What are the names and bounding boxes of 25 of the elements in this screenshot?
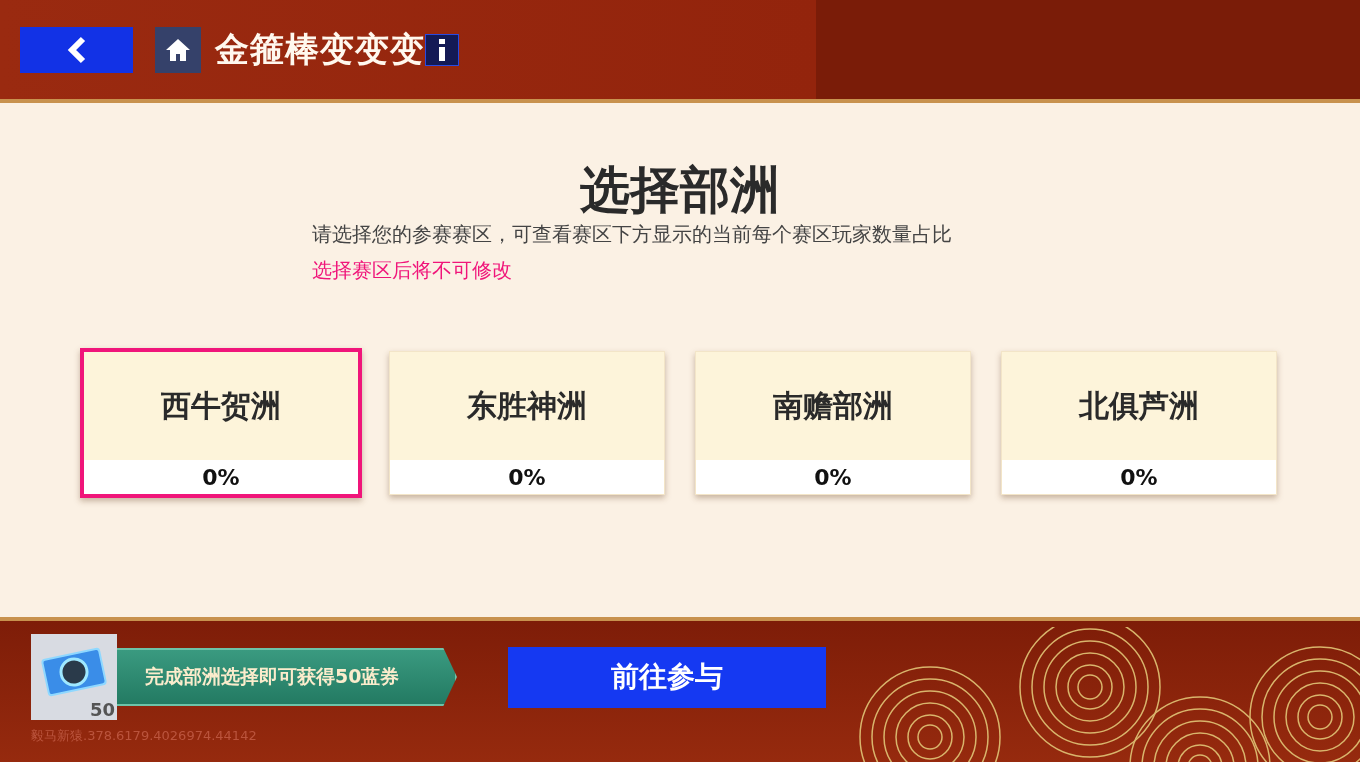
home-button[interactable] — [155, 26, 201, 73]
chevron-left-icon — [66, 35, 87, 64]
region-card[interactable]: 北俱芦洲 0% — [1001, 351, 1277, 495]
region-card[interactable]: 西牛贺洲 0% — [80, 348, 362, 498]
warning-text: 选择赛区后将不可修改 — [312, 257, 512, 284]
player-share: 0% — [814, 464, 852, 490]
region-name: 南赡部洲 — [773, 386, 893, 425]
info-icon — [438, 38, 446, 61]
description-text: 请选择您的参赛赛区，可查看赛区下方显示的当前每个赛区玩家数量占比 — [312, 221, 952, 248]
region-name: 东胜神洲 — [467, 386, 587, 425]
player-share: 0% — [1120, 464, 1158, 490]
player-share: 0% — [202, 464, 240, 490]
region-card[interactable]: 南赡部洲 0% — [695, 351, 971, 495]
reward-count: 50 — [89, 699, 115, 720]
home-icon — [165, 37, 191, 62]
info-button[interactable] — [425, 33, 459, 66]
join-button[interactable]: 前往参与 — [508, 646, 826, 708]
panel-heading: 选择部洲 — [580, 165, 780, 215]
page-title: 金箍棒变变变 — [215, 27, 425, 71]
reward-text: 完成部洲选择即可获得50蓝券 — [145, 664, 400, 689]
region-name: 西牛贺洲 — [161, 386, 281, 425]
player-share: 0% — [508, 464, 546, 490]
region-name: 北俱芦洲 — [1079, 386, 1199, 425]
region-card[interactable]: 东胜神洲 0% — [389, 351, 665, 495]
back-button[interactable] — [20, 26, 133, 73]
